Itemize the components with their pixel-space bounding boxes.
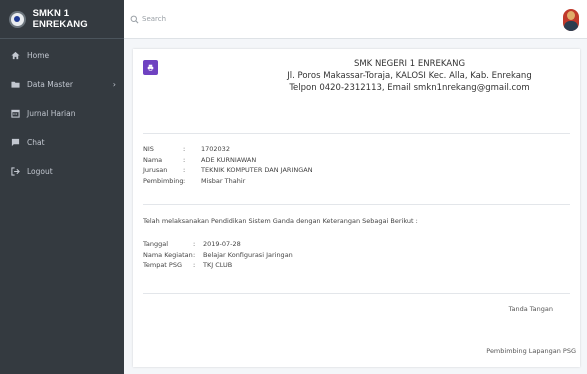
search-input[interactable]: Search [142,15,166,23]
sidebar-item-label: Data Master [27,80,73,89]
jurusan-value: TEKNIK KOMPUTER DAN JARINGAN [201,166,313,175]
signature-label: Tanda Tangan [508,305,553,313]
sidebar-item-label: Logout [27,167,53,176]
info-row-jurusan: Jurusan : TEKNIK KOMPUTER DAN JARINGAN [143,166,313,175]
tempat-value: TKJ CLUB [203,261,233,270]
brand[interactable]: SMKN 1 ENREKANG [0,0,124,39]
home-icon [11,51,20,60]
info-divider [143,204,570,205]
school-logo-icon [9,10,26,28]
signature-role: Pembimbing Lapangan PSG [486,347,576,355]
info-row-tanggal: Tanggal : 2019-07-28 [143,240,241,249]
nama-value: ADE KURNIAWAN [201,155,257,164]
school-name: SMK NEGERI 1 ENREKANG [353,59,466,69]
info-row-nis: NIS : 1702032 [143,145,230,154]
sidebar-item-chat[interactable]: Chat [0,128,124,157]
calendar-icon [11,109,20,118]
logout-icon [11,167,20,176]
search-box[interactable]: Search [130,15,166,24]
folder-icon [11,80,20,89]
info-row-tempat: Tempat PSG : TKJ CLUB [143,261,233,270]
user-avatar[interactable] [563,9,579,31]
sidebar-item-logout[interactable]: Logout [0,157,124,186]
student-info: NIS : 1702032 Nama : ADE KURNIAWAN Jurus… [143,144,313,186]
info-row-pembimbing: Pembimbing : Misbar Thahir [143,176,246,185]
info-row-nama: Nama : ADE KURNIAWAN [143,155,257,164]
statement-text: Telah melaksanakan Pendidikan Sistem Gan… [143,217,418,225]
sidebar-item-label: Home [27,51,50,60]
chat-icon [11,138,20,147]
topbar: Search [124,0,587,39]
school-address: Jl. Poros Makassar-Toraja, KALOSI Kec. A… [287,71,532,81]
header-divider [143,133,570,134]
search-icon [130,15,139,24]
sidebar-item-data-master[interactable]: Data Master › [0,70,124,99]
sidebar-item-jurnal-harian[interactable]: Jurnal Harian [0,99,124,128]
chevron-right-icon: › [112,80,116,89]
pembimbing-value: Misbar Thahir [201,176,246,185]
activity-divider [143,293,570,294]
info-row-kegiatan: Nama Kegiatan : Belajar Konfigurasi Jari… [143,250,293,259]
activity-info: Tanggal : 2019-07-28 Nama Kegiatan : Bel… [143,239,293,271]
sidebar-nav: Home Data Master › Jurnal Harian Chat Lo… [0,39,124,186]
sidebar-item-label: Jurnal Harian [27,109,76,118]
nis-value: 1702032 [201,145,230,154]
tanggal-value: 2019-07-28 [203,240,241,249]
kegiatan-value: Belajar Konfigurasi Jaringan [203,250,293,259]
sidebar-item-home[interactable]: Home [0,41,124,70]
school-contact: Telpon 0420-2312113, Email smkn1nrekang@… [289,83,530,93]
journal-card: SMK NEGERI 1 ENREKANG Jl. Poros Makassar… [133,49,580,367]
sidebar: SMKN 1 ENREKANG Home Data Master › Jurna… [0,0,124,374]
sidebar-item-label: Chat [27,138,45,147]
brand-title: SMKN 1 ENREKANG [32,8,88,30]
